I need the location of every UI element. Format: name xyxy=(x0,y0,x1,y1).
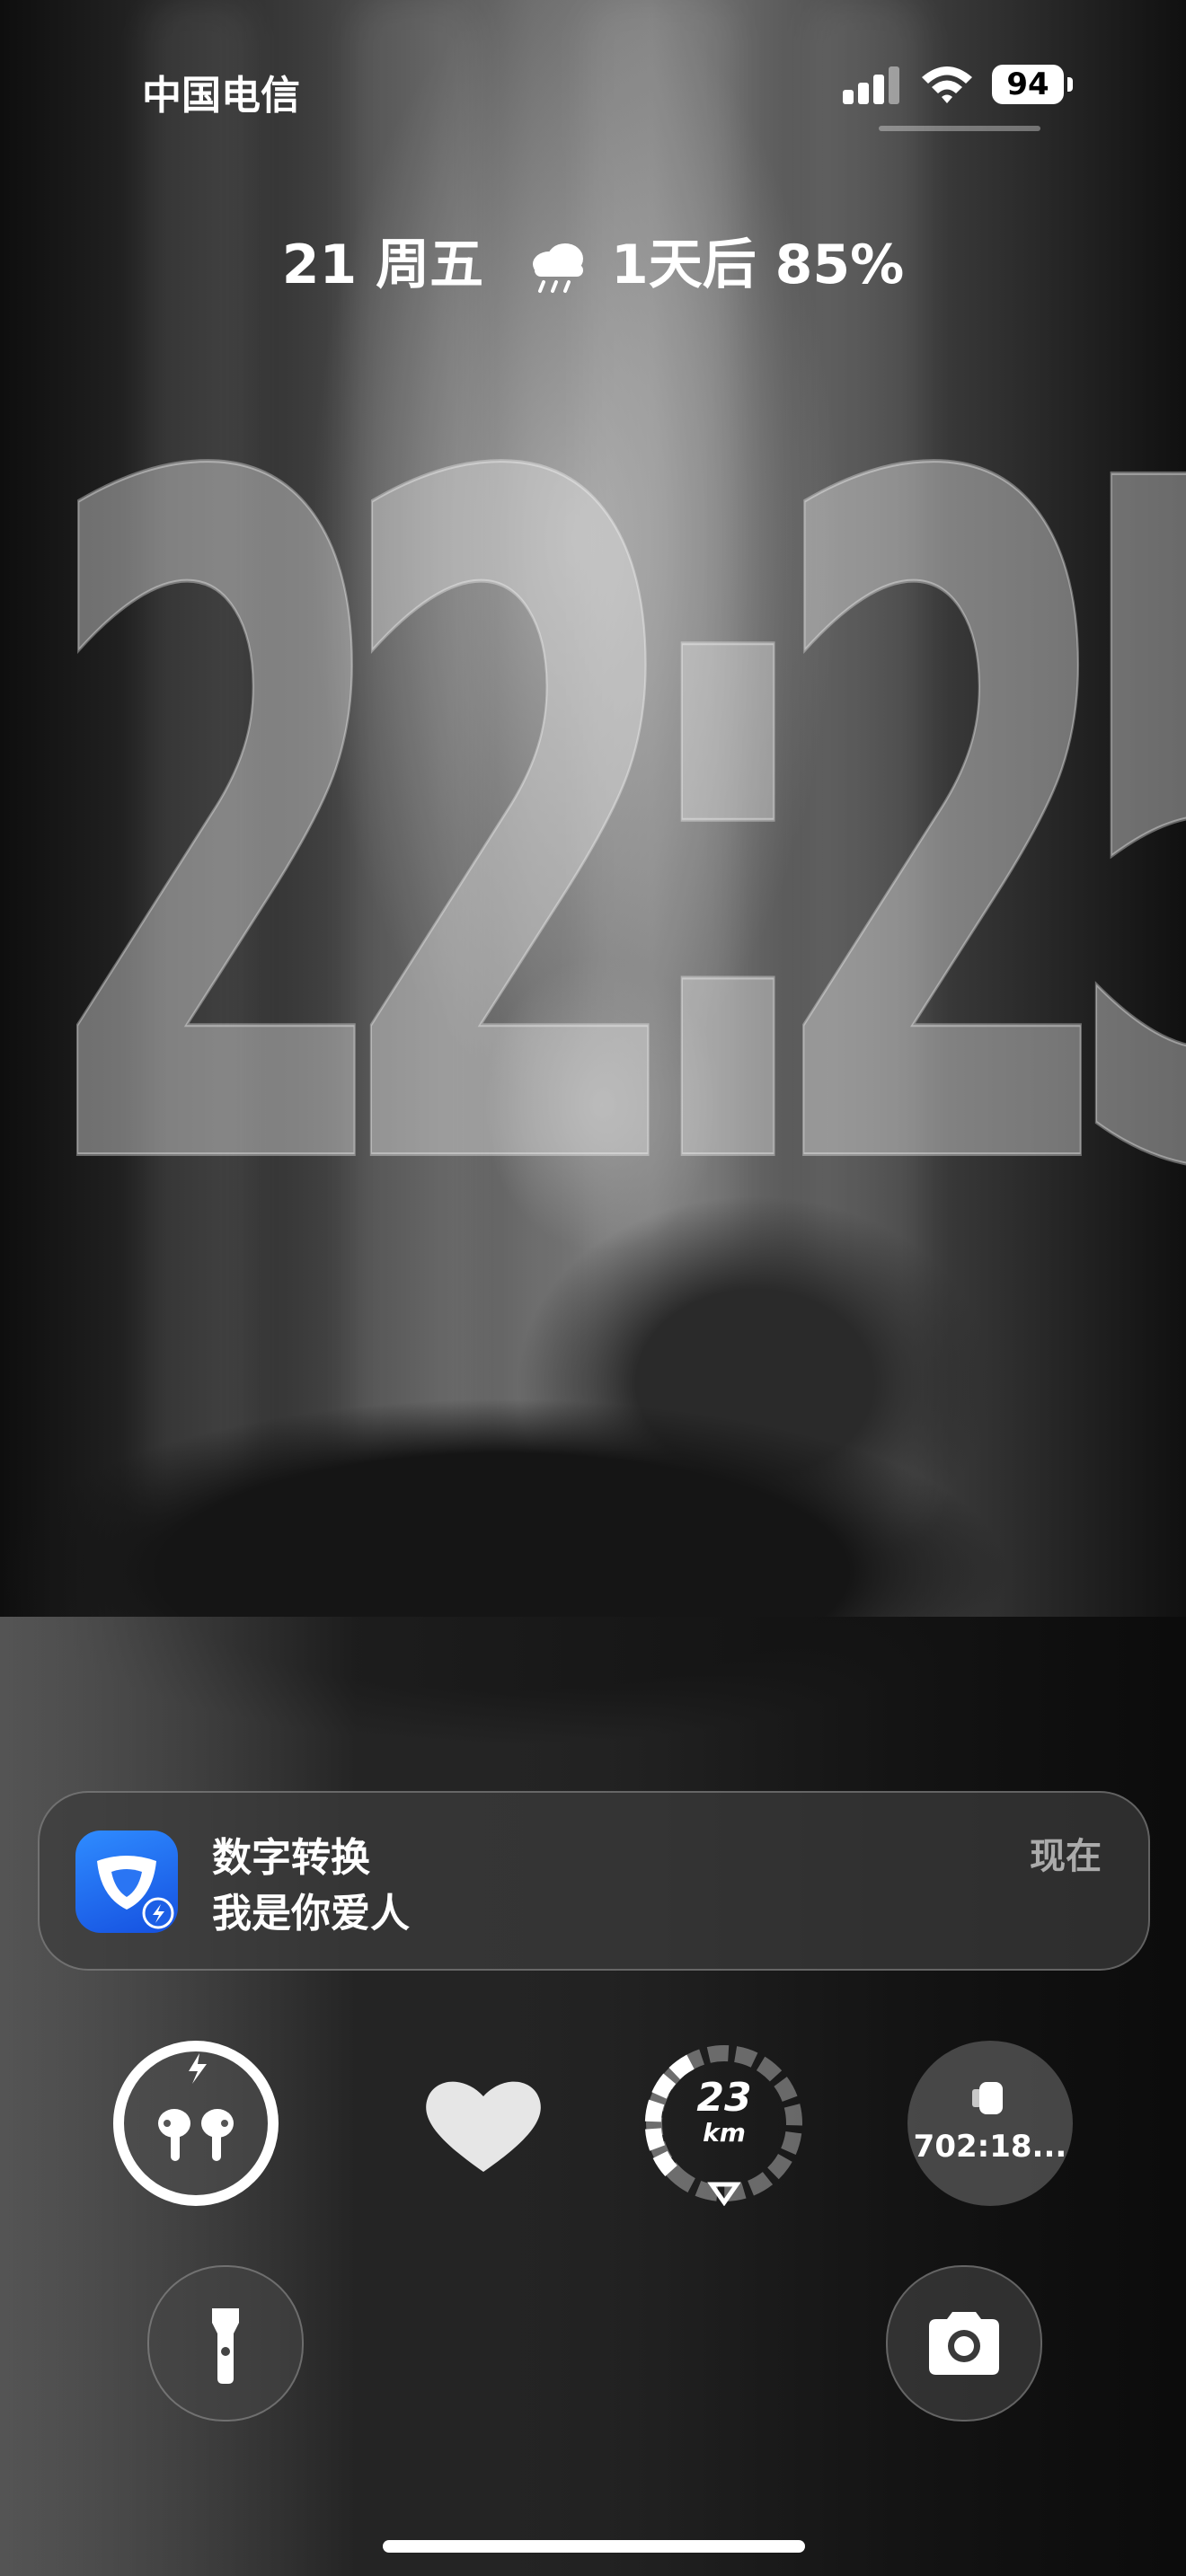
flashlight-button[interactable] xyxy=(147,2265,304,2422)
distance-unit: km xyxy=(703,2118,746,2148)
distance-value: 23 xyxy=(696,2075,752,2121)
heart-icon xyxy=(426,2081,541,2172)
carrier-label: 中国电信 xyxy=(142,73,300,119)
airpods-icon xyxy=(158,2053,234,2161)
health-widget[interactable] xyxy=(401,2041,566,2206)
timer-value: 702:18... xyxy=(913,2129,1067,2165)
camera-icon xyxy=(929,2312,999,2375)
date-label: 21 周五 xyxy=(281,234,484,296)
cellular-signal-icon xyxy=(843,65,900,104)
battery-indicator: 94 xyxy=(992,65,1064,104)
camera-button[interactable] xyxy=(886,2265,1042,2422)
bluebird-app-icon xyxy=(75,1831,178,1933)
notification-body: 我是你爱人 xyxy=(212,1891,410,1936)
lock-screen-time: 22:25 xyxy=(35,287,1186,1377)
weather-forecast-label: 1天后 85% xyxy=(610,234,905,296)
notification-card[interactable]: 数字转换 我是你爱人 现在 xyxy=(38,1791,1150,1971)
notification-time: 现在 xyxy=(1030,1836,1102,1877)
notification-center-handle[interactable] xyxy=(879,126,1040,131)
timer-app-icon xyxy=(972,2082,1003,2114)
airpods-battery-widget[interactable] xyxy=(113,2041,279,2206)
battery-tip xyxy=(1067,77,1073,92)
timer-widget[interactable]: 702:18... xyxy=(907,2041,1073,2206)
rain-cloud-icon xyxy=(533,243,584,294)
flashlight-icon xyxy=(212,2308,239,2384)
notification-title: 数字转换 xyxy=(212,1835,370,1881)
wifi-icon xyxy=(922,66,972,103)
home-indicator[interactable] xyxy=(383,2540,805,2553)
status-bar: 中国电信 94 xyxy=(0,0,1186,144)
distance-widget[interactable]: 23 km xyxy=(642,2041,807,2206)
date-weather-row[interactable]: 21 周五 1天后 85% xyxy=(0,221,1186,299)
